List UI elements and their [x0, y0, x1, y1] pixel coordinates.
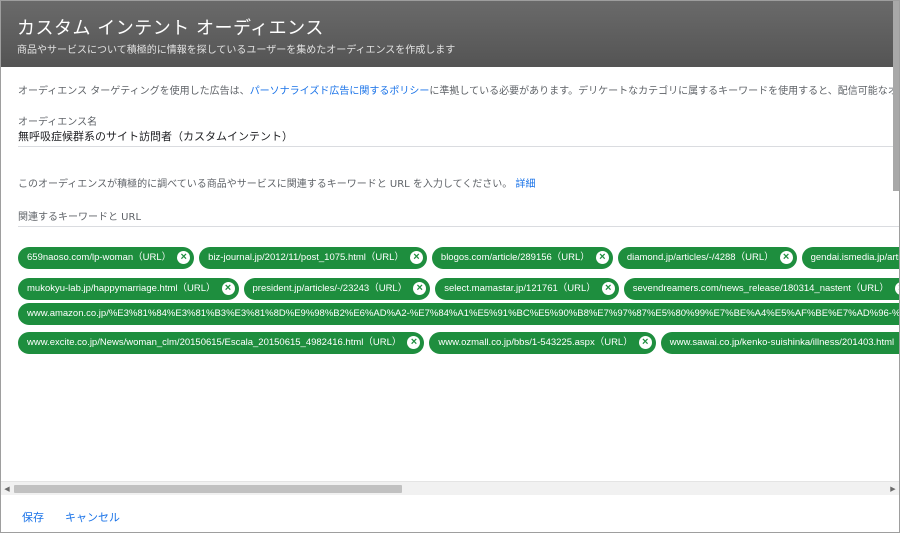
close-circle-icon[interactable]: × — [595, 251, 609, 264]
keyword-chip-text: select.mamastar.jp/121761（URL） — [444, 283, 596, 294]
keyword-chip-text: www.sawai.co.jp/kenko-suishinka/illness/… — [669, 337, 899, 348]
notice-text-before: オーディエンス ターゲティングを使用した広告は、 — [18, 86, 250, 97]
keyword-chip-text: www.amazon.co.jp/%E3%81%84%E3%81%B3%E3%8… — [27, 308, 900, 319]
keyword-chip-text: biz-journal.jp/2012/11/post_1075.html（UR… — [208, 252, 404, 263]
dialog-content: オーディエンス ターゲティングを使用した広告は、パーソナライズド広告に関するポリ… — [1, 67, 900, 481]
keyword-chip-text: blogos.com/article/289156（URL） — [440, 252, 590, 263]
close-circle-icon[interactable]: × — [638, 336, 652, 349]
keyword-chip[interactable]: www.amazon.co.jp/%E3%81%84%E3%81%B3%E3%8… — [18, 303, 900, 325]
keywords-underline — [18, 226, 899, 227]
dialog-title: カスタム インテント オーディエンス — [17, 18, 324, 39]
keyword-chip[interactable]: biz-journal.jp/2012/11/post_1075.html（UR… — [199, 247, 427, 269]
close-circle-icon[interactable]: × — [221, 282, 235, 295]
keyword-instruction: このオーディエンスが積極的に調べている商品やサービスに関連するキーワードと UR… — [18, 175, 535, 190]
notice-text-after: に準拠している必要があります。デリケートなカテゴリに属するキーワードを使用すると… — [429, 86, 900, 97]
keyword-chip[interactable]: gendai.ismedia.jp/articles× — [801, 247, 900, 269]
keyword-chip[interactable]: diamond.jp/articles/-/4288（URL） × — [617, 247, 797, 269]
scroll-left-arrow-icon[interactable]: ◀ — [1, 482, 13, 496]
keyword-chip-row: 659naoso.com/lp-woman（URL） × biz-journal.j… — [18, 247, 900, 269]
close-circle-icon[interactable]: × — [413, 282, 427, 295]
close-circle-icon[interactable]: × — [407, 336, 421, 349]
keyword-chip-row: www.amazon.co.jp/%E3%81%84%E3%81%B3%E3%8… — [18, 303, 900, 325]
keyword-chip[interactable]: president.jp/articles/-/23243（URL） × — [243, 278, 431, 300]
keyword-chip-row: www.excite.co.jp/News/woman_clm/20150615… — [18, 332, 899, 354]
keyword-chip-text: gendai.ismedia.jp/articles — [810, 252, 900, 263]
vertical-scrollbar-thumb[interactable] — [893, 1, 899, 191]
close-circle-icon[interactable]: × — [409, 251, 423, 264]
keyword-chip[interactable]: www.ozmall.co.jp/bbs/1-543225.aspx（URL） × — [429, 332, 656, 354]
keyword-chip[interactable]: sevendreamers.com/news_release/180314_na… — [623, 278, 899, 300]
close-circle-icon[interactable]: × — [779, 251, 793, 264]
dialog-header: カスタム インテント オーディエンス 商品やサービスについて積極的に情報を探して… — [1, 1, 899, 67]
audience-name-input[interactable]: 無呼吸症候群系のサイト訪問者（カスタムインテント） — [18, 128, 293, 144]
scroll-right-arrow-icon[interactable]: ▶ — [887, 482, 899, 496]
close-circle-icon[interactable]: × — [894, 282, 899, 295]
keyword-chip[interactable]: mukokyu-lab.jp/happymarriage.html（URL） × — [18, 278, 239, 300]
keyword-chip[interactable]: select.mamastar.jp/121761（URL） × — [435, 278, 619, 300]
keyword-chip[interactable]: 659naoso.com/lp-woman（URL） × — [18, 247, 195, 269]
keyword-chip-text: www.excite.co.jp/News/woman_clm/20150615… — [27, 337, 402, 348]
custom-intent-dialog: カスタム インテント オーディエンス 商品やサービスについて積極的に情報を探して… — [0, 0, 900, 533]
instruction-text: このオーディエンスが積極的に調べている商品やサービスに関連するキーワードと UR… — [18, 179, 513, 190]
keyword-chip-text: 659naoso.com/lp-woman（URL） — [27, 252, 172, 263]
save-button[interactable]: 保存 — [22, 509, 44, 525]
keywords-label: 関連するキーワードと URL — [18, 212, 142, 223]
horizontal-scrollbar-thumb[interactable] — [14, 485, 402, 493]
audience-name-underline — [18, 146, 899, 147]
policy-link[interactable]: パーソナライズド広告に関するポリシー — [250, 86, 430, 97]
dialog-footer: 保存 キャンセル — [1, 495, 899, 532]
keyword-chip-text: sevendreamers.com/news_release/180314_na… — [632, 283, 889, 294]
horizontal-scrollbar[interactable]: ◀ ▶ — [1, 481, 899, 496]
keyword-chip-text: www.ozmall.co.jp/bbs/1-543225.aspx（URL） — [438, 337, 633, 348]
policy-notice: オーディエンス ターゲティングを使用した広告は、パーソナライズド広告に関するポリ… — [18, 82, 900, 97]
keyword-chip[interactable]: blogos.com/article/289156（URL） × — [431, 247, 613, 269]
dialog-subtitle: 商品やサービスについて積極的に情報を探しているユーザーを集めたオーディエンスを作… — [17, 45, 456, 56]
keyword-chip-row: mukokyu-lab.jp/happymarriage.html（URL） × p… — [18, 278, 899, 300]
keyword-chip[interactable]: www.sawai.co.jp/kenko-suishinka/illness/… — [660, 332, 899, 354]
keyword-chip-text: mukokyu-lab.jp/happymarriage.html（URL） — [27, 283, 216, 294]
details-link[interactable]: 詳細 — [515, 179, 535, 190]
keyword-chip-text: president.jp/articles/-/23243（URL） — [252, 283, 408, 294]
audience-name-label: オーディエンス名 — [18, 117, 98, 128]
keyword-chip-text: diamond.jp/articles/-/4288（URL） — [626, 252, 774, 263]
keyword-chip[interactable]: www.excite.co.jp/News/woman_clm/20150615… — [18, 332, 425, 354]
close-circle-icon[interactable]: × — [177, 251, 191, 264]
close-circle-icon[interactable]: × — [601, 282, 615, 295]
cancel-button[interactable]: キャンセル — [65, 509, 120, 525]
